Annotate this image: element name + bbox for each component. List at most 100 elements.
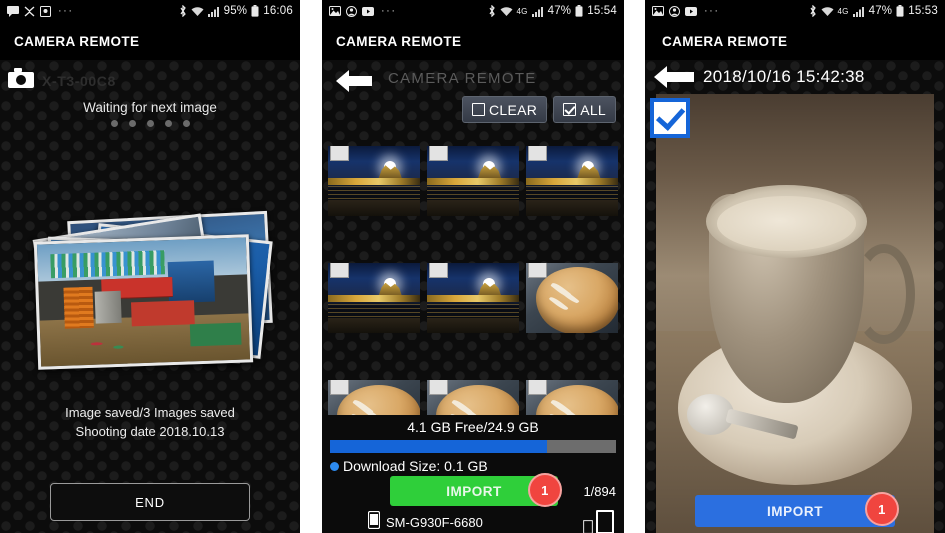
thumbnail-cell[interactable] <box>324 122 423 239</box>
status-bar-2: ··· 4G 47% 15:54 <box>322 0 624 22</box>
camera-model-label: X-T3-00C8 <box>42 72 116 89</box>
large-device-icon <box>596 510 614 533</box>
thumbnail-checkbox[interactable] <box>329 262 349 278</box>
4g-icon: 4G <box>516 6 528 16</box>
download-size-row: Download Size: 0.1 GB <box>322 453 624 474</box>
wifi-icon <box>500 6 513 17</box>
import-count-badge-2: 1 <box>528 473 562 507</box>
ellipsis-icon: ··· <box>704 5 720 17</box>
thumbnail-checkbox[interactable] <box>528 145 548 161</box>
storage-label: 4.1 GB Free/24.9 GB <box>407 419 539 435</box>
youtube-icon <box>685 6 697 16</box>
select-photo-checkbox[interactable] <box>650 98 690 138</box>
clear-label: CLEAR <box>489 101 538 118</box>
thumbnail-checkbox[interactable] <box>428 380 448 396</box>
checked-checkbox-icon <box>563 103 577 116</box>
loading-dot <box>146 120 154 127</box>
panel-waiting-screen: ··· 95% 16:06 CAMERA REMOTE X-T3-00C8 Wa… <box>0 0 300 533</box>
thumbnail-image <box>426 262 519 333</box>
image-icon <box>652 6 664 16</box>
clock-1: 16:06 <box>263 5 293 17</box>
battery-icon <box>575 5 583 17</box>
preview-bottom-bar: IMPORT 1 <box>645 489 945 533</box>
thumbnail-checkbox[interactable] <box>329 145 349 161</box>
loading-dot <box>182 120 190 127</box>
end-button[interactable]: END <box>50 483 250 521</box>
stack-photo-top <box>33 234 254 370</box>
saved-status: Image saved/3 Images saved Shooting date… <box>0 403 300 441</box>
status-bar-3: ··· 4G 47% 15:53 <box>645 0 945 22</box>
device-row: SM-G930F-6680 <box>322 506 624 533</box>
preview-body: 2018/10/16 15:42:38 IMPORT 1 <box>645 60 945 533</box>
contact-icon <box>24 5 35 17</box>
wifi-icon <box>191 6 204 17</box>
import-button-3[interactable]: IMPORT 1 <box>695 492 899 527</box>
loading-dot <box>110 120 118 127</box>
back-button-3[interactable] <box>651 62 697 92</box>
battery-icon <box>251 5 259 17</box>
clock-3: 15:53 <box>908 5 938 17</box>
thumbnail-cell[interactable] <box>523 122 622 239</box>
import-label-3: IMPORT <box>766 503 824 519</box>
import-row: IMPORT 1 1/894 <box>322 473 624 507</box>
panel-divider-1 <box>300 0 322 533</box>
saved-count-label: Image saved/3 Images saved <box>65 405 235 420</box>
thumbnail-checkbox[interactable] <box>528 380 548 396</box>
battery-percent-2: 47% <box>547 5 572 17</box>
status-bar-left-icons-2: ··· <box>329 5 397 17</box>
app-title-2: CAMERA REMOTE <box>336 33 462 49</box>
photo-stack-illustration <box>30 210 273 372</box>
status-bar-left-icons-1: ··· <box>7 5 74 17</box>
thumbnail-checkbox[interactable] <box>528 262 548 278</box>
select-all-button[interactable]: ALL <box>553 96 616 123</box>
selection-toolbar: CLEAR ALL <box>462 96 616 123</box>
thumbnail-image <box>327 262 420 333</box>
thumbnail-cell[interactable] <box>324 239 423 356</box>
loading-dots <box>0 120 300 127</box>
import-button-2[interactable]: IMPORT 1 <box>390 473 562 507</box>
signal-icon <box>531 6 544 17</box>
shooting-date-label: Shooting date 2018.10.13 <box>75 424 225 439</box>
screenshot-stage: ··· 95% 16:06 CAMERA REMOTE X-T3-00C8 Wa… <box>0 0 945 533</box>
battery-percent-1: 95% <box>223 5 248 17</box>
status-bar-right-3: 4G 47% 15:53 <box>809 5 938 17</box>
bluetooth-icon <box>179 5 187 17</box>
status-bar-left-icons-3: ··· <box>652 5 720 17</box>
empty-checkbox-icon <box>472 103 485 116</box>
photo-scene <box>36 237 251 367</box>
wifi-icon <box>821 6 834 17</box>
battery-icon <box>896 5 904 17</box>
panel-divider-2 <box>624 0 645 533</box>
panel-photo-preview: ··· 4G 47% 15:53 CAMERA REMOTE 2018/10/1… <box>645 0 945 533</box>
clear-button[interactable]: CLEAR <box>462 96 548 123</box>
download-size-label: Download Size: 0.1 GB <box>343 458 488 474</box>
thumbnail-cell[interactable] <box>423 239 522 356</box>
thumbnail-checkbox[interactable] <box>428 145 448 161</box>
thumbnail-image <box>426 145 519 216</box>
loading-dot <box>128 120 136 127</box>
preview-image <box>656 94 934 533</box>
blue-dot-icon <box>330 461 339 471</box>
signal-icon <box>207 6 220 17</box>
status-bar-right-1: 95% 16:06 <box>179 5 293 17</box>
camera-identity: X-T3-00C8 <box>8 68 116 93</box>
bluetooth-icon <box>809 5 817 17</box>
thumbnail-checkbox[interactable] <box>329 380 349 396</box>
4g-icon: 4G <box>837 6 849 16</box>
thumbnail-cell[interactable] <box>523 239 622 356</box>
battery-percent-3: 47% <box>868 5 893 17</box>
status-bar-right-2: 4G 47% 15:54 <box>488 5 617 17</box>
image-icon <box>329 6 341 16</box>
small-device-icon <box>583 520 593 533</box>
message-icon <box>7 5 19 17</box>
back-button-2[interactable] <box>332 64 376 98</box>
thumbnail-checkbox[interactable] <box>428 262 448 278</box>
status-bar-1: ··· 95% 16:06 <box>0 0 300 22</box>
app-bar-2: CAMERA REMOTE <box>322 22 624 60</box>
app-title-3: CAMERA REMOTE <box>662 33 788 49</box>
grid-body: CAMERA REMOTE CLEAR ALL 4.1 GB Free/24.9… <box>322 60 624 533</box>
screen-title-2: CAMERA REMOTE <box>388 70 537 87</box>
storage-progress-bar <box>330 440 616 453</box>
thumbnail-cell[interactable] <box>423 122 522 239</box>
account-icon <box>669 5 680 17</box>
